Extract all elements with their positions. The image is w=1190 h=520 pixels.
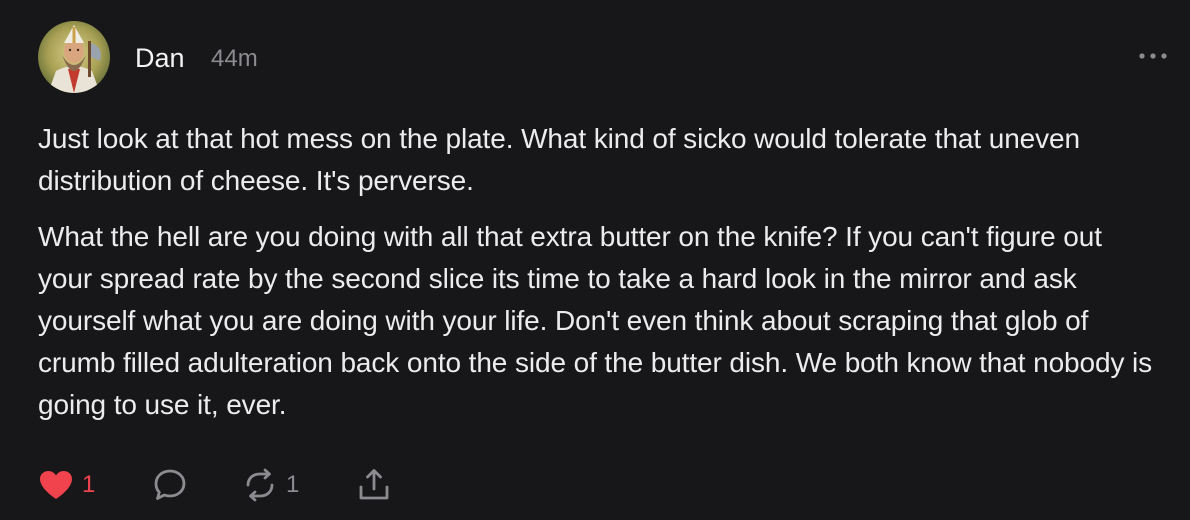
repost-count: 1 xyxy=(286,471,300,498)
post-paragraph: What the hell are you doing with all tha… xyxy=(38,221,1153,420)
post-card: Dan 44m Just look at that hot mess on th… xyxy=(0,0,1190,520)
post-paragraph: Just look at that hot mess on the plate.… xyxy=(38,123,1081,196)
avatar[interactable] xyxy=(38,21,110,93)
repost-button[interactable]: 1 xyxy=(242,465,299,505)
speech-bubble-icon xyxy=(154,469,186,500)
share-button[interactable] xyxy=(356,465,392,505)
author-name[interactable]: Dan xyxy=(135,40,185,76)
more-options-button[interactable] xyxy=(1136,44,1170,68)
post-timestamp: 44m xyxy=(211,45,258,72)
repost-arrows-icon xyxy=(246,468,274,502)
post-body: Just look at that hot mess on the plate.… xyxy=(38,118,1156,426)
share-upload-icon xyxy=(359,469,389,500)
like-count: 1 xyxy=(82,471,96,498)
reply-button[interactable] xyxy=(152,465,188,505)
like-button[interactable]: 1 xyxy=(38,465,95,505)
heart-filled-icon xyxy=(40,471,72,499)
avatar-image xyxy=(38,21,110,93)
more-horizontal-icon xyxy=(1139,53,1167,59)
